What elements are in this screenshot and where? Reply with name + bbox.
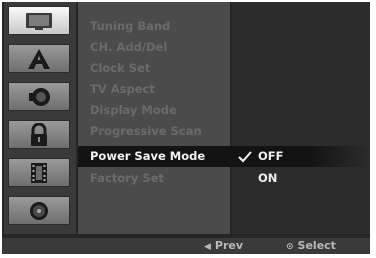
speaker-icon — [29, 87, 50, 106]
prev-hint: ◀ Prev — [204, 238, 243, 254]
lock-icon — [31, 122, 47, 146]
menu-item-tuning-band[interactable]: Tuning Band — [78, 16, 230, 37]
letter-a-icon — [28, 48, 50, 69]
status-bar: ◀ Prev ⊙ Select — [2, 238, 370, 254]
menu-item-power-save-mode[interactable]: Power Save Mode — [78, 146, 234, 167]
category-tab-language[interactable] — [8, 44, 70, 73]
checkmark-icon — [238, 151, 252, 163]
monitor-icon — [26, 12, 52, 30]
disc-icon — [30, 201, 48, 220]
settings-menu: Tuning Band CH. Add/Del Clock Set TV Asp… — [78, 2, 234, 234]
menu-item-display-mode[interactable]: Display Mode — [78, 100, 230, 121]
category-tab-display[interactable] — [8, 6, 70, 35]
menu-item-ch-add-del[interactable]: CH. Add/Del — [78, 37, 230, 58]
film-icon — [31, 162, 47, 183]
setup-menu-osd: Tuning Band CH. Add/Del Clock Set TV Asp… — [2, 2, 370, 254]
menu-item-tv-aspect[interactable]: TV Aspect — [78, 79, 230, 100]
select-label: Select — [297, 239, 336, 252]
category-icon-column — [4, 2, 76, 234]
select-hint: ⊙ Select — [286, 238, 336, 254]
option-on[interactable]: ON — [232, 168, 370, 189]
menu-item-factory-set[interactable]: Factory Set — [78, 168, 230, 189]
left-arrow-icon: ◀ — [204, 242, 211, 252]
category-tab-others[interactable] — [8, 158, 70, 187]
category-tab-disc[interactable] — [8, 196, 70, 225]
category-tab-audio[interactable] — [8, 82, 70, 111]
option-off-label: OFF — [258, 149, 284, 163]
menu-item-clock-set[interactable]: Clock Set — [78, 58, 230, 79]
menu-item-progressive-scan[interactable]: Progressive Scan — [78, 121, 230, 142]
prev-label: Prev — [214, 239, 244, 252]
enter-button-icon: ⊙ — [286, 242, 294, 252]
category-tab-lock[interactable] — [8, 120, 70, 149]
options-panel: OFF ON — [232, 2, 370, 234]
option-off[interactable]: OFF — [232, 146, 370, 167]
option-on-label: ON — [258, 171, 278, 185]
